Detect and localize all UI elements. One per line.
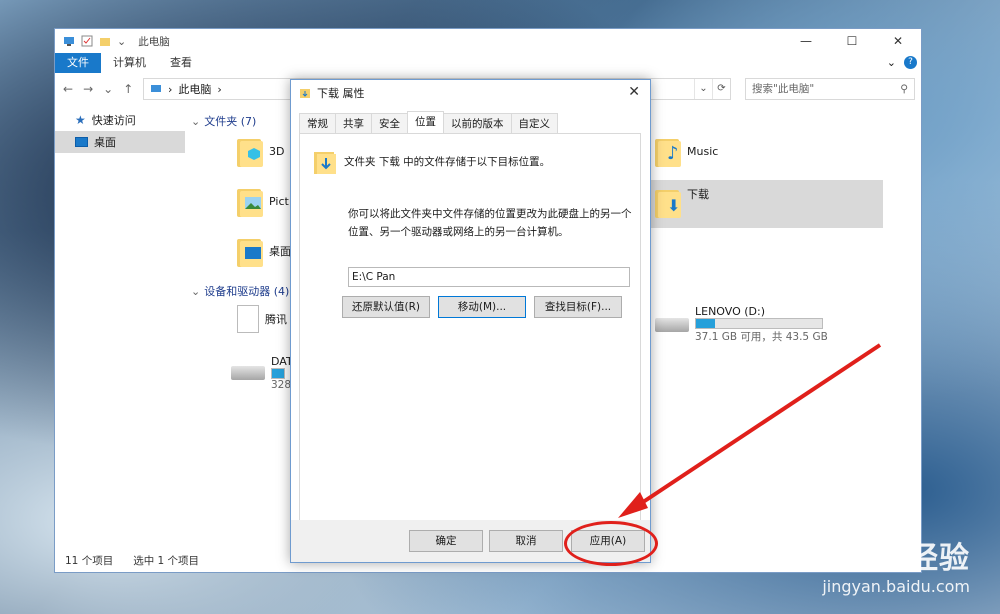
annotation-arrow	[618, 343, 882, 518]
watermark-brand: Bai	[806, 541, 864, 576]
watermark-cn: 经验	[908, 541, 970, 576]
baidu-watermark: Baidu经验 jingyan.baidu.com	[807, 533, 970, 596]
watermark-url: jingyan.baidu.com	[822, 577, 970, 596]
watermark-brand-2: du	[863, 541, 908, 576]
